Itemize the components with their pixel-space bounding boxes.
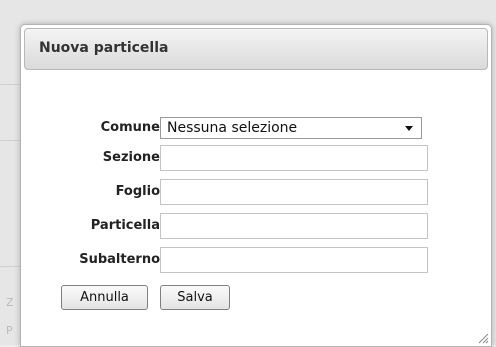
particella-input[interactable] xyxy=(160,213,428,239)
comune-select[interactable]: Nessuna selezione xyxy=(160,117,422,139)
cancel-button[interactable]: Annulla xyxy=(61,285,148,310)
comune-select-value: Nessuna selezione xyxy=(167,120,298,136)
background-divider xyxy=(0,266,22,267)
save-button[interactable]: Salva xyxy=(160,285,230,310)
particella-label: Particella xyxy=(90,218,160,233)
foglio-row: Foglio xyxy=(21,179,491,207)
dialog-titlebar[interactable]: Nuova particella xyxy=(24,28,488,70)
background-text-fragment: P xyxy=(6,324,13,337)
background-divider xyxy=(0,84,22,85)
sezione-input[interactable] xyxy=(160,145,428,171)
comune-label: Comune xyxy=(100,120,160,135)
background-divider xyxy=(0,140,22,141)
background-text-fragment: Z xyxy=(6,296,14,309)
sezione-row: Sezione xyxy=(21,145,491,173)
subalterno-input[interactable] xyxy=(160,247,428,273)
foglio-label: Foglio xyxy=(115,184,160,199)
chevron-down-icon xyxy=(405,126,413,131)
subalterno-label: Subalterno xyxy=(79,252,160,267)
particella-row: Particella xyxy=(21,213,491,241)
resize-grip-icon[interactable] xyxy=(477,332,489,344)
new-parcel-dialog: Nuova particella Comune Nessuna selezion… xyxy=(20,24,492,347)
subalterno-row: Subalterno xyxy=(21,247,491,275)
dialog-title: Nuova particella xyxy=(39,40,169,56)
foglio-input[interactable] xyxy=(160,179,428,205)
sezione-label: Sezione xyxy=(102,150,160,165)
comune-row: Comune Nessuna selezione xyxy=(21,115,491,143)
